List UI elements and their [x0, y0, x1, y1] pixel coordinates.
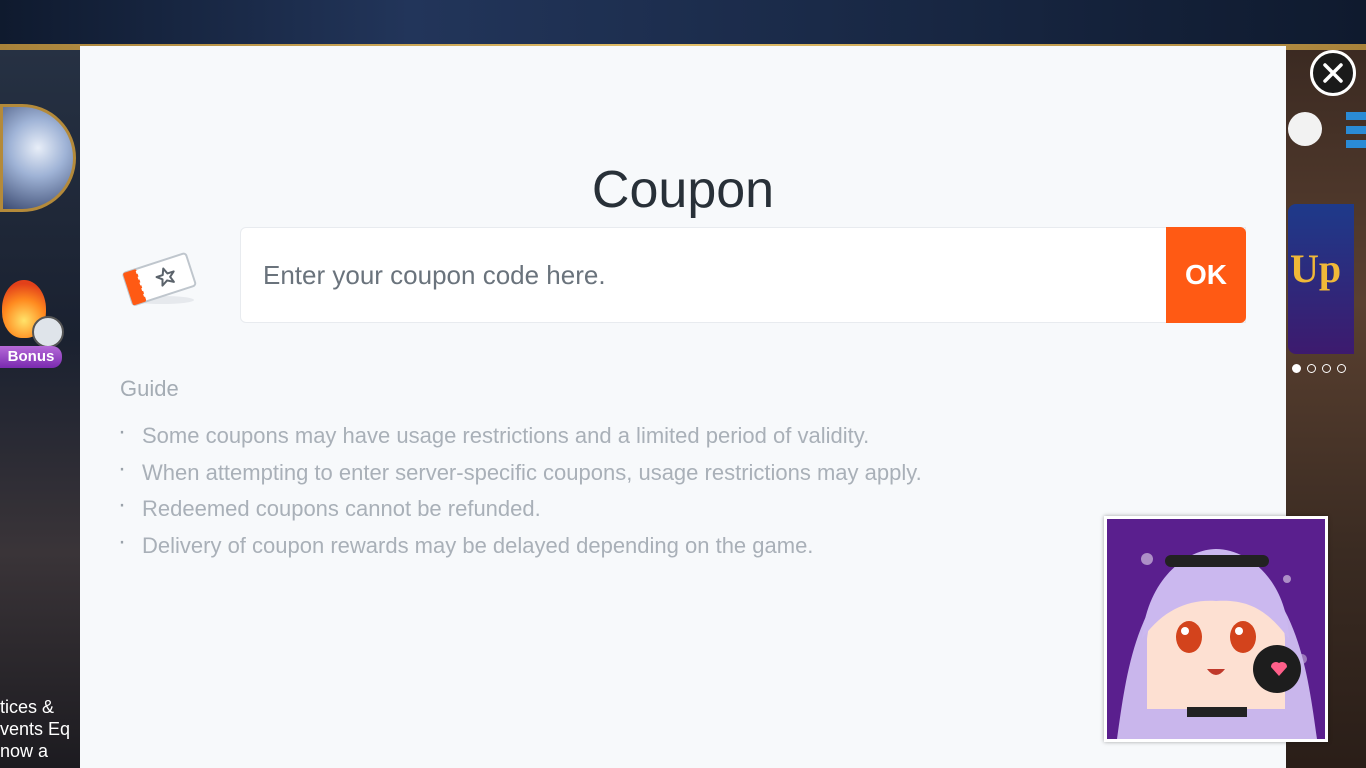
pagination-dot: [1292, 364, 1301, 373]
character-portrait[interactable]: [1104, 516, 1328, 742]
guide-title: Guide: [120, 376, 179, 401]
guide-item: Some coupons may have usage restrictions…: [116, 414, 922, 455]
ok-button[interactable]: OK: [1166, 227, 1246, 323]
guide-list: Some coupons may have usage restrictions…: [116, 414, 922, 565]
event-banner[interactable]: Up: [1288, 204, 1354, 354]
notices-line-2: vents Eq: [0, 719, 71, 739]
menu-grid-icon[interactable]: [1346, 112, 1366, 152]
game-background-sky: [0, 0, 1366, 46]
anime-girl-portrait-image: [1107, 519, 1325, 739]
guide-item: When attempting to enter server-specific…: [116, 451, 922, 492]
guide-item: Delivery of coupon rewards may be delaye…: [116, 524, 922, 565]
close-button[interactable]: [1310, 50, 1356, 96]
pagination-dot: [1307, 364, 1316, 373]
modal-title: Coupon: [591, 161, 775, 219]
notices-line-3: now a: [0, 741, 49, 761]
bonus-label: Bonus: [0, 346, 62, 368]
coupon-ticket-icon: [120, 248, 200, 308]
guide-item: Redeemed coupons cannot be refunded.: [116, 487, 922, 528]
close-icon: [1323, 63, 1343, 83]
notices-events-text[interactable]: tices & vents Eq now a: [0, 696, 78, 762]
stopwatch-icon: [32, 316, 64, 348]
coupon-code-field[interactable]: [240, 227, 1246, 323]
notices-line-1: tices &: [0, 697, 55, 717]
bonus-event-button[interactable]: Bonus: [0, 280, 66, 374]
pagination-dot: [1322, 364, 1331, 373]
pagination-dot: [1337, 364, 1346, 373]
banner-pagination: [1292, 364, 1358, 374]
chat-icon[interactable]: [1288, 112, 1322, 146]
coupon-code-input[interactable]: [241, 228, 1245, 322]
